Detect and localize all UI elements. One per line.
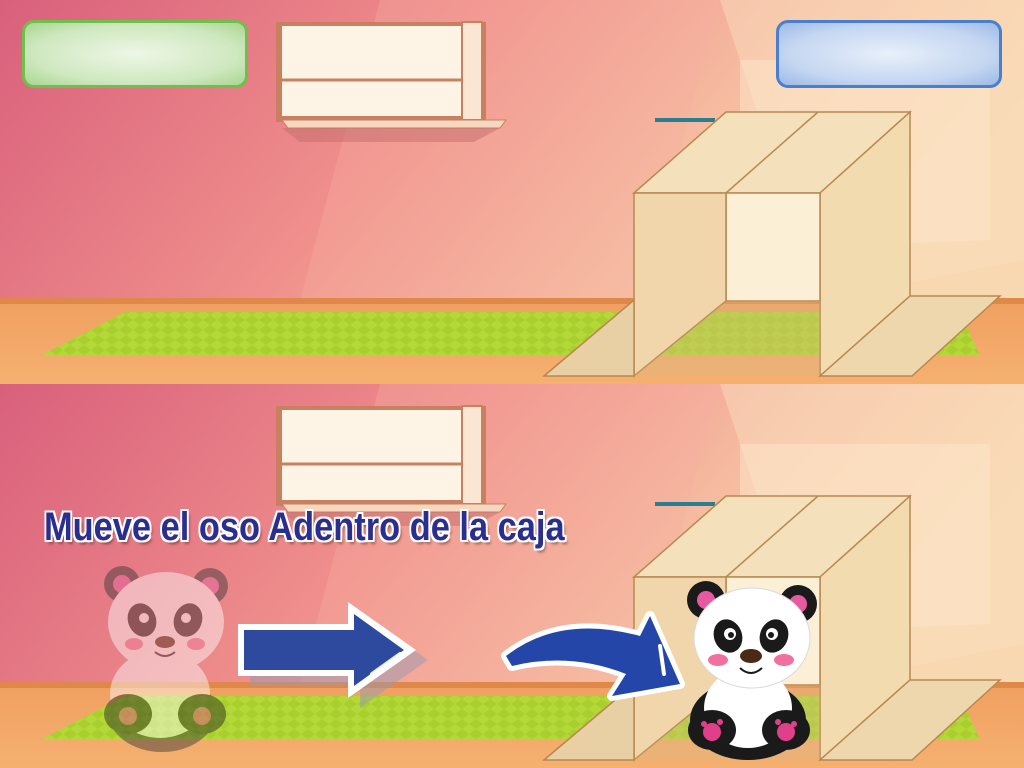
- panda-icon[interactable]: [687, 581, 817, 760]
- curved-arrow-icon: [501, 611, 685, 701]
- instruction-text: Mueve el oso Adentro de la caja: [44, 505, 565, 549]
- score-panel-blue: [776, 20, 1002, 88]
- arrow-right-icon: [238, 602, 428, 708]
- example-overlay: [104, 566, 817, 760]
- game-scene-top: [0, 0, 1024, 384]
- score-panel-green: [22, 20, 248, 88]
- window-frame: [276, 21, 507, 142]
- panda-icon: [104, 566, 228, 752]
